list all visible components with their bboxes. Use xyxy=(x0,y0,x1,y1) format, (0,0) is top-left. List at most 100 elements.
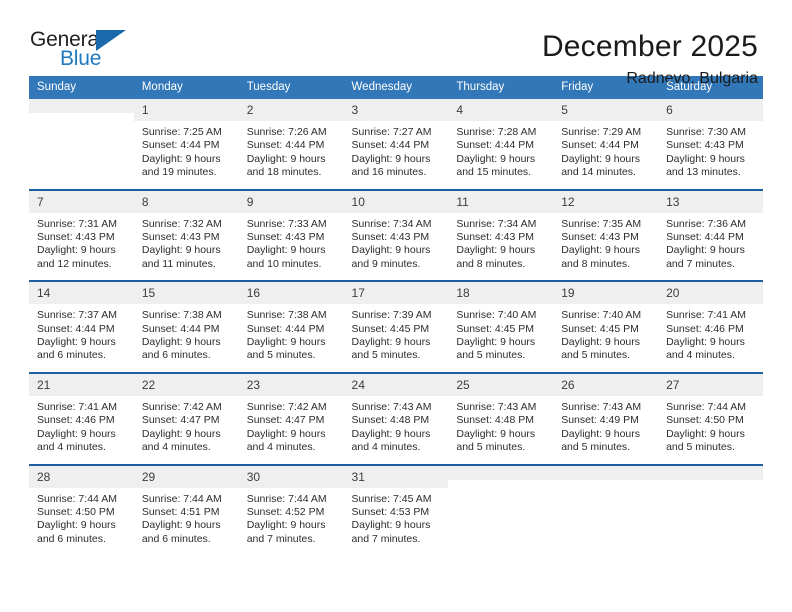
calendar-day-cell[interactable]: 4 Sunrise: 7:28 AM Sunset: 4:44 PM Daylight… xyxy=(448,99,554,190)
day-sun-info: Sunrise: 7:30 AM Sunset: 4:43 PM Daylight:… xyxy=(658,121,763,189)
page-header: General Blue December 2025 Radnevo, Bulg… xyxy=(0,0,792,87)
calendar-day-cell[interactable]: 27 Sunrise: 7:44 AM Sunset: 4:50 PM Dayligh… xyxy=(658,371,763,465)
calendar-day-cell[interactable]: 24 Sunrise: 7:43 AM Sunset: 4:48 PM Dayligh… xyxy=(343,371,449,465)
day-sun-info: Sunrise: 7:45 AM Sunset: 4:53 PM Daylight:… xyxy=(344,488,449,556)
calendar-day-cell-empty xyxy=(448,463,554,556)
calendar-day-cell[interactable]: 1 Sunrise: 7:25 AM Sunset: 4:44 PM Daylight… xyxy=(133,99,239,190)
calendar-day-cell[interactable]: 16 Sunrise: 7:38 AM Sunset: 4:44 PM Dayligh… xyxy=(238,280,344,373)
calendar-page: General Blue December 2025 Radnevo, Bulg… xyxy=(0,0,792,612)
day-number: 30 xyxy=(238,465,344,488)
day-sun-info: Sunrise: 7:34 AM Sunset: 4:43 PM Daylight:… xyxy=(448,213,553,281)
calendar-day-cell[interactable]: 17 Sunrise: 7:39 AM Sunset: 4:45 PM Dayligh… xyxy=(343,280,449,373)
day-daylight-text: and 4 minutes. xyxy=(141,441,211,454)
day-number: 19 xyxy=(553,282,659,305)
day-sunset-text: Sunset: 4:43 PM xyxy=(561,231,639,244)
day-number: 5 xyxy=(553,99,659,121)
day-number: 1 xyxy=(133,99,239,121)
day-sun-info: Sunrise: 7:44 AM Sunset: 4:52 PM Daylight:… xyxy=(239,488,344,556)
day-sunrise-text: Sunrise: 7:44 AM xyxy=(37,492,117,505)
day-daylight-text: Daylight: 9 hours xyxy=(37,244,116,257)
day-number: 12 xyxy=(553,190,659,213)
weekday-header-thursday: Thursday xyxy=(448,76,554,99)
calendar-day-cell[interactable]: 25 Sunrise: 7:43 AM Sunset: 4:48 PM Dayligh… xyxy=(448,371,554,465)
calendar-day-cell[interactable]: 31 Sunrise: 7:45 AM Sunset: 4:53 PM Dayligh… xyxy=(343,463,449,556)
day-sunrise-text: Sunrise: 7:27 AM xyxy=(351,126,432,138)
day-sunrise-text: Sunrise: 7:44 AM xyxy=(141,492,222,505)
day-sun-info: Sunrise: 7:31 AM Sunset: 4:43 PM Daylight:… xyxy=(29,213,134,281)
day-sunset-text: Sunset: 4:43 PM xyxy=(246,231,325,244)
day-sunrise-text: Sunrise: 7:40 AM xyxy=(561,309,642,322)
weekday-header-sunday: Sunday xyxy=(29,76,134,99)
calendar-day-cell[interactable]: 15 Sunrise: 7:38 AM Sunset: 4:44 PM Dayligh… xyxy=(133,280,239,373)
weekday-header-wednesday: Wednesday xyxy=(343,76,449,99)
day-daylight-text: and 10 minutes. xyxy=(246,257,322,270)
day-daylight-text: Daylight: 9 hours xyxy=(351,244,431,257)
day-number: 2 xyxy=(238,99,344,121)
calendar-day-cell[interactable]: 22 Sunrise: 7:42 AM Sunset: 4:47 PM Dayligh… xyxy=(133,371,239,465)
day-daylight-text: Daylight: 9 hours xyxy=(141,336,221,349)
calendar-day-cell[interactable]: 2 Sunrise: 7:26 AM Sunset: 4:44 PM Daylight… xyxy=(238,99,344,190)
day-sunset-text: Sunset: 4:49 PM xyxy=(561,414,639,427)
day-sunrise-text: Sunrise: 7:39 AM xyxy=(351,309,432,322)
day-sun-info: Sunrise: 7:27 AM Sunset: 4:44 PM Daylight:… xyxy=(344,121,449,189)
day-number: 14 xyxy=(29,282,134,305)
general-blue-logo[interactable]: General Blue xyxy=(30,28,150,74)
calendar-day-cell[interactable]: 9 Sunrise: 7:33 AM Sunset: 4:43 PM Daylight… xyxy=(238,188,344,282)
day-sun-info: Sunrise: 7:35 AM Sunset: 4:43 PM Daylight:… xyxy=(553,213,658,281)
calendar-day-cell[interactable]: 6 Sunrise: 7:30 AM Sunset: 4:43 PM Daylight… xyxy=(658,99,763,190)
day-sun-info: Sunrise: 7:44 AM Sunset: 4:51 PM Daylight:… xyxy=(134,488,239,556)
day-daylight-text: and 16 minutes. xyxy=(351,166,427,179)
day-sunrise-text: Sunrise: 7:28 AM xyxy=(456,126,537,138)
calendar-day-cell[interactable]: 8 Sunrise: 7:32 AM Sunset: 4:43 PM Daylight… xyxy=(133,188,239,282)
calendar-day-cell-empty xyxy=(553,463,659,556)
calendar-day-cell[interactable]: 18 Sunrise: 7:40 AM Sunset: 4:45 PM Dayligh… xyxy=(448,280,554,373)
day-number: 27 xyxy=(658,373,763,396)
day-daylight-text: Daylight: 9 hours xyxy=(37,336,116,349)
calendar-day-cell[interactable]: 26 Sunrise: 7:43 AM Sunset: 4:49 PM Dayligh… xyxy=(553,371,659,465)
day-sunset-text: Sunset: 4:43 PM xyxy=(141,231,220,244)
calendar-day-cell[interactable]: 21 Sunrise: 7:41 AM Sunset: 4:46 PM Dayligh… xyxy=(29,371,134,465)
calendar-day-cell[interactable]: 3 Sunrise: 7:27 AM Sunset: 4:44 PM Daylight… xyxy=(343,99,449,190)
day-sunset-text: Sunset: 4:50 PM xyxy=(666,414,744,427)
calendar-day-cell-empty xyxy=(658,463,763,556)
calendar-day-cell[interactable]: 10 Sunrise: 7:34 AM Sunset: 4:43 PM Dayligh… xyxy=(343,188,449,282)
calendar-day-cell[interactable]: 19 Sunrise: 7:40 AM Sunset: 4:45 PM Dayligh… xyxy=(553,280,659,373)
day-daylight-text: Daylight: 9 hours xyxy=(351,152,431,165)
calendar-day-cell[interactable]: 5 Sunrise: 7:29 AM Sunset: 4:44 PM Daylight… xyxy=(553,99,659,190)
day-sunrise-text: Sunrise: 7:33 AM xyxy=(246,217,327,230)
calendar-day-cell[interactable]: 30 Sunrise: 7:44 AM Sunset: 4:52 PM Dayligh… xyxy=(238,463,344,556)
calendar-day-cell[interactable]: 23 Sunrise: 7:42 AM Sunset: 4:47 PM Dayligh… xyxy=(238,371,344,465)
day-number: 15 xyxy=(133,282,239,305)
day-sunrise-text: Sunrise: 7:44 AM xyxy=(666,400,747,413)
day-daylight-text: Daylight: 9 hours xyxy=(456,336,536,349)
day-daylight-text: Daylight: 9 hours xyxy=(351,336,431,349)
calendar-day-cell[interactable]: 28 Sunrise: 7:44 AM Sunset: 4:50 PM Dayligh… xyxy=(29,463,134,556)
calendar-day-cell[interactable]: 13 Sunrise: 7:36 AM Sunset: 4:44 PM Dayligh… xyxy=(658,188,763,282)
day-daylight-text: Daylight: 9 hours xyxy=(246,152,326,165)
day-sun-info: Sunrise: 7:40 AM Sunset: 4:45 PM Daylight:… xyxy=(448,304,553,372)
day-number: 25 xyxy=(448,373,554,396)
day-number xyxy=(448,465,554,480)
day-sunset-text: Sunset: 4:47 PM xyxy=(246,414,325,427)
day-number: 20 xyxy=(658,282,763,305)
calendar-day-cell[interactable]: 7 Sunrise: 7:31 AM Sunset: 4:43 PM Daylight… xyxy=(29,188,134,282)
day-sunset-text: Sunset: 4:46 PM xyxy=(37,414,115,427)
day-daylight-text: Daylight: 9 hours xyxy=(246,336,326,349)
calendar-day-cell[interactable]: 14 Sunrise: 7:37 AM Sunset: 4:44 PM Dayligh… xyxy=(29,280,134,373)
day-sunset-text: Sunset: 4:44 PM xyxy=(141,322,220,335)
calendar-day-cell[interactable]: 20 Sunrise: 7:41 AM Sunset: 4:46 PM Dayligh… xyxy=(658,280,763,373)
calendar-day-cell[interactable]: 29 Sunrise: 7:44 AM Sunset: 4:51 PM Dayligh… xyxy=(133,463,239,556)
day-daylight-text: Daylight: 9 hours xyxy=(351,519,431,532)
calendar-day-cell[interactable]: 11 Sunrise: 7:34 AM Sunset: 4:43 PM Dayligh… xyxy=(448,188,554,282)
day-daylight-text: Daylight: 9 hours xyxy=(246,427,326,440)
calendar-day-cell[interactable]: 12 Sunrise: 7:35 AM Sunset: 4:43 PM Dayligh… xyxy=(553,188,659,282)
day-daylight-text: and 5 minutes. xyxy=(561,441,631,454)
calendar-week-row: 7 Sunrise: 7:31 AM Sunset: 4:43 PM Daylight… xyxy=(29,188,763,282)
day-daylight-text: Daylight: 9 hours xyxy=(351,427,431,440)
calendar-week-row: 14 Sunrise: 7:37 AM Sunset: 4:44 PM Dayligh… xyxy=(29,280,763,373)
day-daylight-text: Daylight: 9 hours xyxy=(666,244,745,257)
day-sunrise-text: Sunrise: 7:29 AM xyxy=(561,126,642,138)
day-sun-info: Sunrise: 7:38 AM Sunset: 4:44 PM Daylight:… xyxy=(134,304,239,372)
day-daylight-text: Daylight: 9 hours xyxy=(456,152,536,165)
day-number: 28 xyxy=(29,465,134,488)
